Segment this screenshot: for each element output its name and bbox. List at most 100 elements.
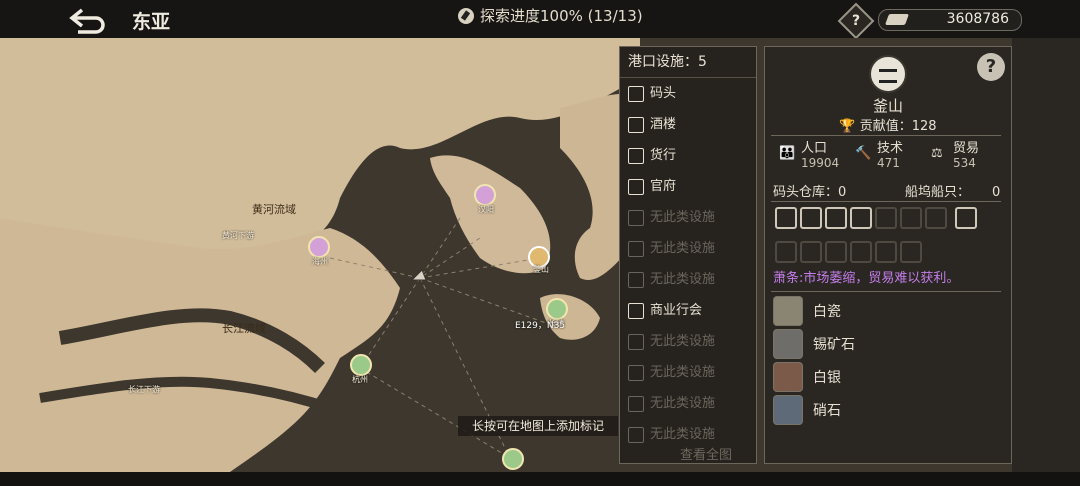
contribution-text: 贡献值：128 — [859, 119, 937, 134]
map-label-huanghe: 黄河流域 — [252, 203, 296, 216]
tavern-icon[interactable] — [800, 207, 822, 229]
facility-icon-grid — [775, 207, 1005, 275]
tower-icon — [775, 241, 797, 263]
bell-icon — [628, 426, 644, 443]
silver-coin-icon — [884, 14, 910, 25]
city-emblem — [869, 55, 907, 93]
statue-icon — [825, 241, 847, 263]
currency-display: 3608786 — [878, 9, 1022, 31]
coordinates-readout: E129，N35 — [515, 321, 566, 331]
map-label-huanghe-lower: 黄河下游 — [222, 231, 254, 240]
view-all-map-button[interactable]: 查看全图 — [680, 444, 732, 463]
hammer-icon: 🔨 — [855, 146, 872, 161]
porcelain-icon — [773, 296, 803, 326]
map-hint: 长按可在地图上添加标记 — [458, 416, 618, 436]
divider — [771, 135, 1001, 136]
currency-value: 3608786 — [946, 11, 1009, 27]
city-help-button[interactable]: ? — [977, 53, 1005, 81]
trophy-icon: 🏆 — [839, 119, 856, 134]
scale-icon: ⚖ — [931, 146, 943, 161]
saltpeter-icon — [773, 395, 803, 425]
facility-label: 码头 — [650, 86, 677, 101]
map-label-changjiang-lower: 长江下游 — [128, 385, 160, 394]
stat-value: 534 — [953, 156, 976, 170]
goods-label: 白瓷 — [813, 304, 841, 320]
ships-value: 0 — [992, 185, 1001, 200]
divider — [771, 291, 1001, 292]
stat-label: 技术 — [877, 141, 904, 156]
tower-icon — [628, 333, 644, 350]
facility-header: 港口设施：5 — [620, 47, 756, 78]
facility-row-market[interactable]: 货行 — [620, 140, 756, 171]
facility-label: 无此类设施 — [650, 365, 716, 380]
building-icon — [925, 207, 947, 229]
city-pin-hangzhou[interactable] — [350, 354, 372, 376]
goods-item[interactable]: 硝石 — [773, 395, 841, 425]
city-label-busan: 釜山 — [533, 265, 549, 274]
facility-label: 无此类设施 — [650, 241, 716, 256]
help-button[interactable]: ? — [837, 2, 875, 40]
guild-icon[interactable] — [955, 207, 978, 229]
shipyard-icon — [628, 240, 644, 257]
city-pin-haizhou[interactable] — [308, 236, 330, 258]
facility-row-dock[interactable]: 码头 — [620, 78, 756, 109]
dock-icon — [628, 85, 644, 102]
city-info-panel: ? 釜山 🏆 贡献值：128 👪 人口 19904 🔨 技术 471 ⚖ 贸易 … — [764, 46, 1012, 464]
statue-icon — [628, 395, 644, 412]
goods-item[interactable]: 白银 — [773, 362, 841, 392]
government-icon — [628, 178, 644, 195]
horseshoe-icon — [875, 207, 897, 229]
region-title: 东亚 — [132, 11, 171, 33]
facility-label: 无此类设施 — [650, 396, 716, 411]
city-label-hanyang: 汉阳 — [478, 205, 494, 214]
city-pin-hanyang[interactable] — [474, 184, 496, 206]
facility-row-none: 无此类设施 — [620, 357, 756, 388]
goods-item[interactable]: 锡矿石 — [773, 329, 855, 359]
goods-label: 锡矿石 — [813, 337, 855, 353]
silver-icon — [773, 362, 803, 392]
stat-label: 贸易 — [953, 141, 980, 156]
stat-technology: 🔨 技术 471 — [855, 141, 904, 171]
facility-label: 无此类设施 — [650, 272, 716, 287]
stat-value: 471 — [877, 156, 900, 170]
facility-row-tavern[interactable]: 酒楼 — [620, 109, 756, 140]
facility-row-guild[interactable]: 商业行会 — [620, 295, 756, 326]
facility-label: 货行 — [650, 148, 677, 163]
government-icon[interactable] — [850, 207, 872, 229]
back-arrow-icon[interactable] — [68, 6, 108, 34]
question-icon: ? — [851, 13, 861, 29]
horseshoe-icon — [628, 209, 644, 226]
contribution-value: 🏆 贡献值：128 — [765, 115, 1011, 134]
guild-icon — [628, 302, 644, 319]
exploration-progress: 探索进度100% (13/13) — [458, 5, 643, 26]
population-icon: 👪 — [779, 146, 796, 161]
city-label-hangzhou: 杭州 — [352, 375, 368, 384]
ships-count: 船坞船只： 0 — [905, 181, 1000, 200]
market-icon — [628, 147, 644, 164]
divider — [771, 201, 1001, 202]
warehouse-count: 码头仓库：0 — [773, 185, 847, 200]
market-icon[interactable] — [825, 207, 847, 229]
map-label-changjiang: 长江流域 — [222, 322, 266, 335]
dock-icon[interactable] — [775, 207, 797, 229]
facility-row-none: 无此类设施 — [620, 202, 756, 233]
facility-panel: 港口设施：5 码头 酒楼 货行 官府 无此类设施 无此类设施 无此类设施 商业行… — [619, 46, 757, 464]
goods-item[interactable]: 白瓷 — [773, 296, 841, 326]
facility-row-none: 无此类设施 — [620, 264, 756, 295]
lighthouse-icon — [875, 241, 897, 263]
tavern-icon — [628, 116, 644, 133]
city-pin-south[interactable] — [502, 448, 524, 470]
facility-row-none: 无此类设施 — [620, 233, 756, 264]
stat-trade: ⚖ 贸易 534 — [931, 141, 980, 171]
facility-row-none: 无此类设施 — [620, 326, 756, 357]
ship-icon[interactable] — [410, 266, 428, 282]
tin-ore-icon — [773, 329, 803, 359]
facility-row-government[interactable]: 官府 — [620, 171, 756, 202]
city-pin-nagasaki[interactable] — [546, 298, 568, 320]
stat-value: 19904 — [801, 156, 840, 170]
exploration-text: 探索进度100% (13/13) — [480, 7, 643, 25]
goods-label: 白银 — [813, 370, 841, 386]
church-icon — [800, 241, 822, 263]
bell-icon — [850, 241, 872, 263]
market-notice: 萧条:市场萎缩，贸易难以获利。 — [773, 271, 960, 286]
